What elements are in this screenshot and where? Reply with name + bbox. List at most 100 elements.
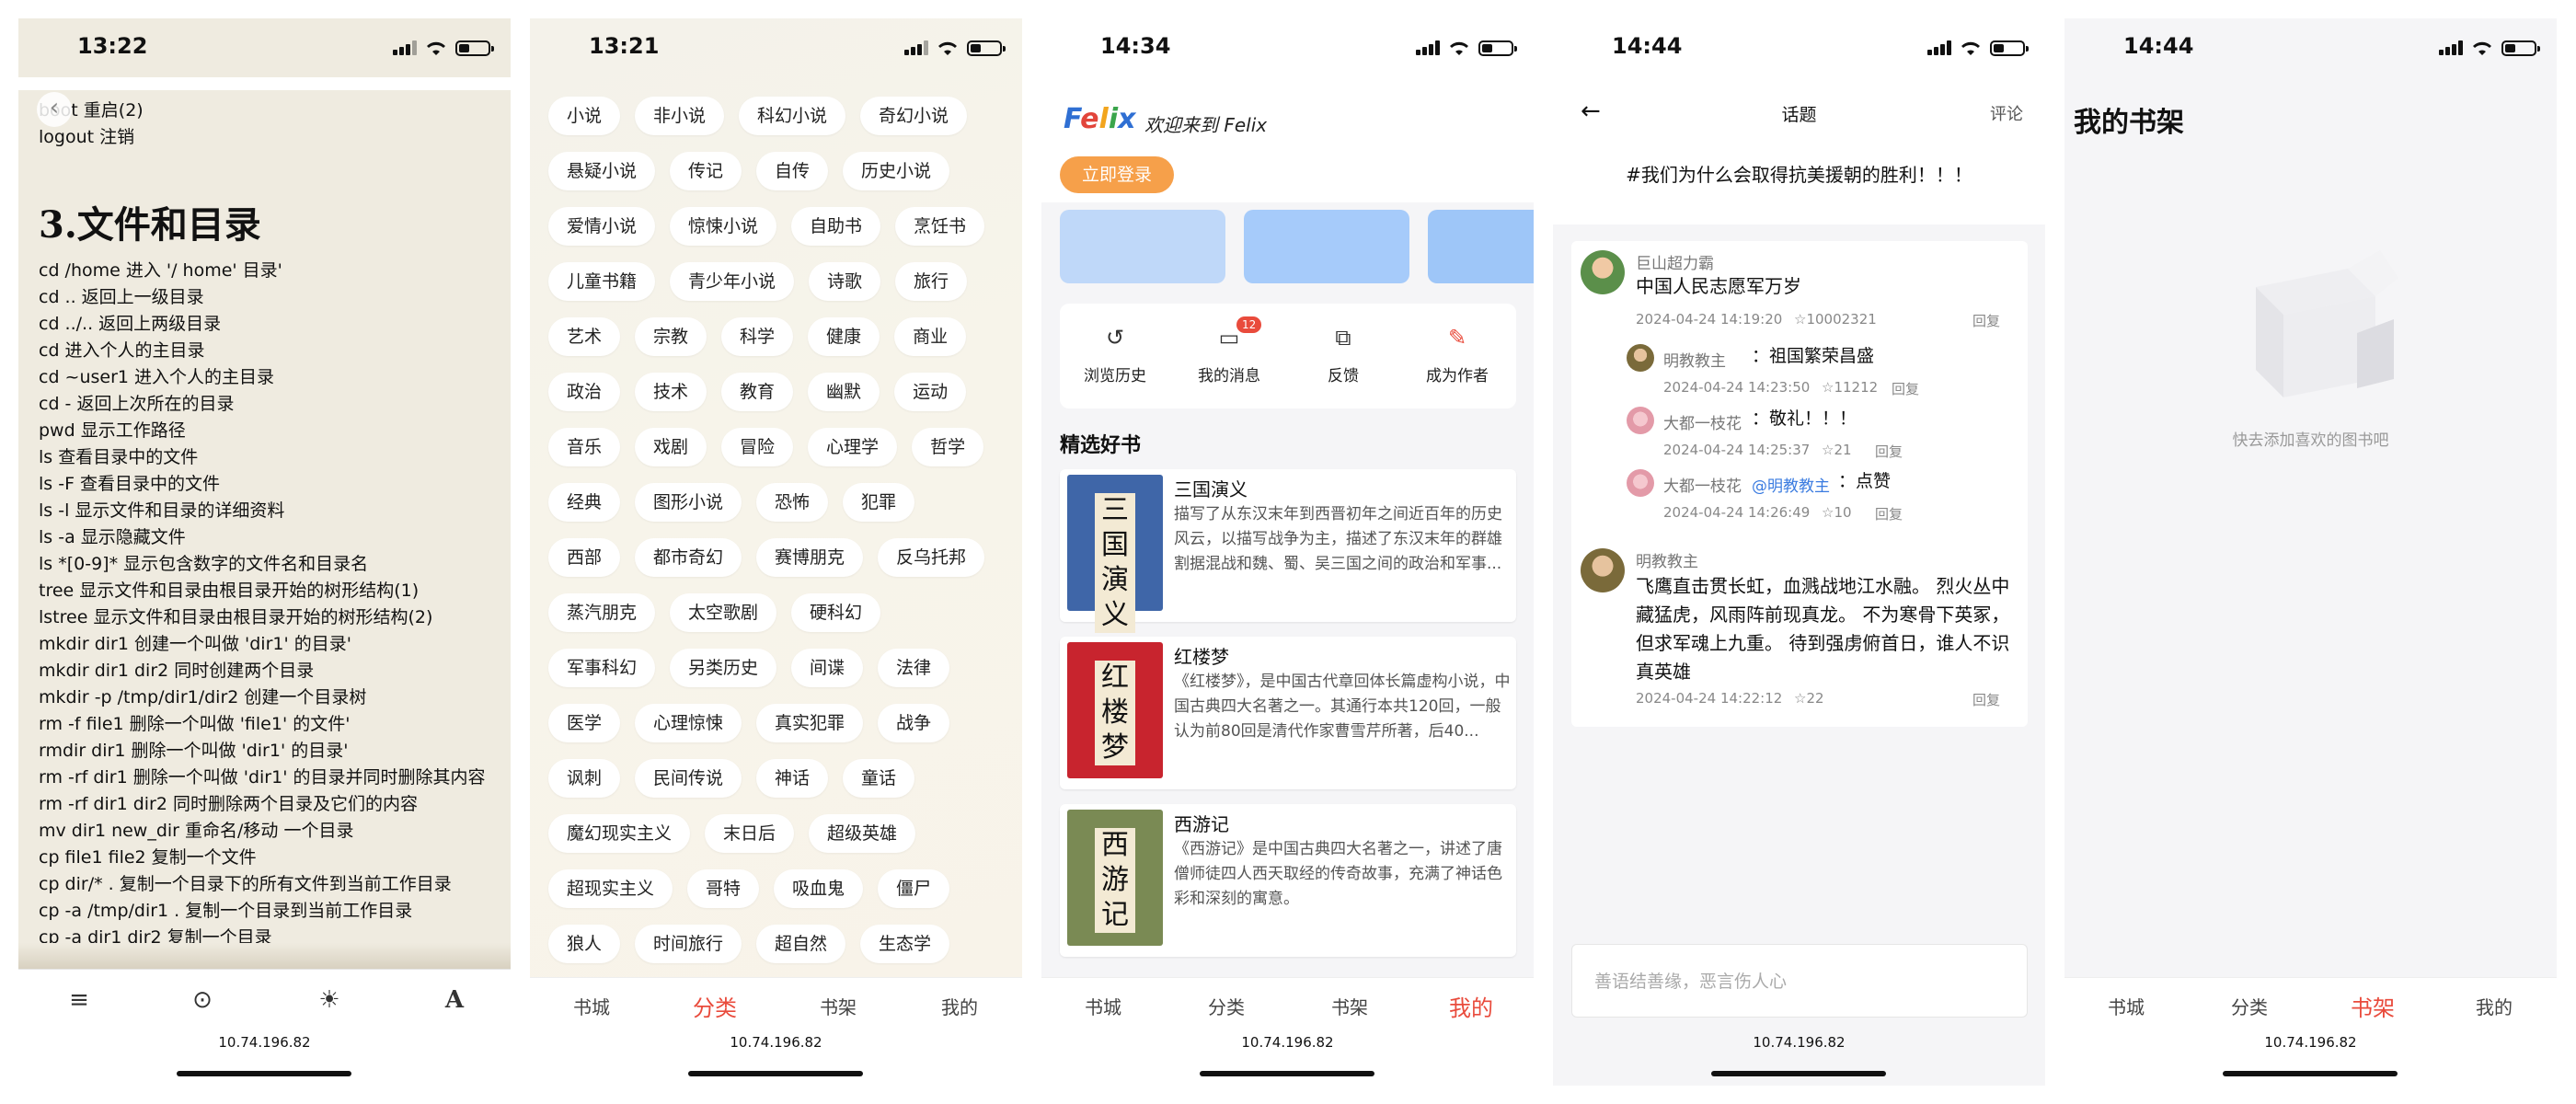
tab-bookstore[interactable]: 书城 [530,993,653,1019]
book-card[interactable]: 西游记 西游记 《西游记》是中国古典四大名著之一，讲述了唐僧师徒四人西天取经的传奇故… [1060,804,1516,957]
category-chip[interactable]: 蒸汽朋克 [548,593,656,632]
back-icon[interactable]: ‹ [37,92,72,127]
category-chip[interactable]: 幽默 [808,373,880,411]
avatar[interactable] [1581,250,1625,294]
font-icon[interactable]: A [436,986,473,1014]
tab-mine[interactable]: 我的 [2432,993,2556,1019]
category-chip[interactable]: 心理惊悚 [635,704,742,742]
tab-bookstore[interactable]: 书城 [1041,993,1165,1019]
brightness-icon[interactable]: ☀ [311,986,348,1014]
reply-button[interactable]: 回复 [1972,311,2000,330]
category-chip[interactable]: 都市奇幻 [635,538,742,577]
category-chip[interactable]: 超级英雄 [809,814,916,853]
like-count[interactable]: ☆11212 [1822,379,1878,396]
category-chip[interactable]: 宗教 [635,317,707,356]
banner-card[interactable] [1244,210,1409,283]
home-indicator[interactable] [177,1071,351,1076]
tab-categories[interactable]: 分类 [2188,993,2311,1019]
category-chip[interactable]: 烹饪书 [895,207,985,246]
category-chip[interactable]: 反乌托邦 [878,538,985,577]
category-chip[interactable]: 犯罪 [843,483,915,522]
category-chip[interactable]: 健康 [808,317,880,356]
mention-link[interactable]: @明教教主 [1752,473,1830,496]
category-chip[interactable]: 吸血鬼 [774,869,864,908]
category-chip[interactable]: 悬疑小说 [548,152,656,190]
home-indicator[interactable] [2223,1071,2398,1076]
category-chip[interactable]: 另类历史 [670,649,777,687]
category-chip[interactable]: 经典 [548,483,621,522]
reply-button[interactable]: 回复 [1875,504,1903,523]
category-chip[interactable]: 神话 [756,759,829,798]
category-chip[interactable]: 自传 [756,152,829,190]
category-chip[interactable]: 末日后 [705,814,795,853]
category-chip[interactable]: 医学 [548,704,621,742]
avatar[interactable] [1627,469,1654,497]
category-chip[interactable]: 超自然 [756,925,846,963]
category-chip[interactable]: 硬科幻 [791,593,881,632]
category-chip[interactable]: 诗歌 [809,262,881,301]
category-chip[interactable]: 科学 [721,317,794,356]
category-chip[interactable]: 哲学 [912,428,984,466]
comment-link[interactable]: 评论 [1990,101,2023,125]
tab-categories[interactable]: 分类 [653,990,776,1022]
category-chip[interactable]: 历史小说 [843,152,950,190]
reply-button[interactable]: 回复 [1972,690,2000,709]
history-button[interactable]: ↺ 浏览历史 [1060,322,1170,385]
category-chip[interactable]: 讽刺 [548,759,621,798]
like-count[interactable]: ☆21 [1822,442,1852,458]
category-chip[interactable]: 恐怖 [756,483,829,522]
category-chip[interactable]: 音乐 [548,428,621,466]
like-count[interactable]: ☆10002321 [1794,311,1877,328]
login-button[interactable]: 立即登录 [1060,156,1174,193]
category-chip[interactable]: 狼人 [548,925,621,963]
reply-button[interactable]: 回复 [1875,442,1903,461]
comment-user[interactable]: 大都一枝花 [1663,410,1742,433]
category-chip[interactable]: 冒险 [721,428,794,466]
category-chip[interactable]: 小说 [548,97,621,135]
category-chip[interactable]: 传记 [670,152,742,190]
category-chip[interactable]: 僵尸 [878,869,950,908]
book-card[interactable]: 三国演义 三国演义 描写了从东汉末年到西晋初年之间近百年的历史风云，以描写战争为主，… [1060,469,1516,633]
category-chip[interactable]: 戏剧 [635,428,707,466]
comment-user[interactable]: 巨山超力霸 [1636,250,1714,273]
tab-categories[interactable]: 分类 [1165,993,1288,1019]
home-indicator[interactable] [688,1071,863,1076]
category-chip[interactable]: 间谍 [791,649,864,687]
category-chip[interactable]: 政治 [548,373,621,411]
comment-user[interactable]: 大都一枝花 [1663,473,1742,496]
category-chip[interactable]: 青少年小说 [670,262,795,301]
category-chip[interactable]: 非小说 [635,97,725,135]
category-chip[interactable]: 心理学 [808,428,898,466]
comment-user[interactable]: 明教教主 [1663,348,1726,371]
category-chip[interactable]: 西部 [548,538,621,577]
book-card[interactable]: 红楼梦 红楼梦 《红楼梦》，是中国古代章回体长篇虚构小说，中国古典四大名著之一。其通… [1060,637,1516,789]
category-chip[interactable]: 爱情小说 [548,207,656,246]
home-indicator[interactable] [1200,1071,1374,1076]
category-chip[interactable]: 魔幻现实主义 [548,814,691,853]
tab-bookshelf[interactable]: 书架 [1288,993,1411,1019]
category-chip[interactable]: 战争 [878,704,950,742]
category-chip[interactable]: 法律 [878,649,950,687]
category-chip[interactable]: 生态学 [860,925,950,963]
avatar[interactable] [1627,344,1654,372]
comment-input[interactable]: 善语结善缘，恶言伤人心 [1571,944,2028,1018]
like-count[interactable]: ☆22 [1794,690,1824,707]
category-chip[interactable]: 科幻小说 [739,97,846,135]
avatar[interactable] [1581,548,1625,592]
category-chip[interactable]: 惊悚小说 [670,207,777,246]
tab-bookshelf[interactable]: 书架 [776,993,900,1019]
like-count[interactable]: ☆10 [1822,504,1852,521]
category-chip[interactable]: 超现实主义 [548,869,673,908]
category-chip[interactable]: 商业 [894,317,967,356]
brightness-low-icon[interactable]: ⊙ [184,986,221,1014]
become-author-button[interactable]: ✎ 成为作者 [1402,322,1512,385]
category-chip[interactable]: 旅行 [895,262,968,301]
comment-user[interactable]: 明教教主 [1636,548,1698,571]
home-indicator[interactable] [1711,1071,1886,1076]
banner-card[interactable] [1428,210,1534,283]
category-chip[interactable]: 太空歌剧 [670,593,777,632]
messages-button[interactable]: ▭ 12 我的消息 [1174,316,1284,385]
category-chip[interactable]: 民间传说 [635,759,742,798]
category-chip[interactable]: 赛博朋克 [756,538,864,577]
category-chip[interactable]: 真实犯罪 [756,704,864,742]
